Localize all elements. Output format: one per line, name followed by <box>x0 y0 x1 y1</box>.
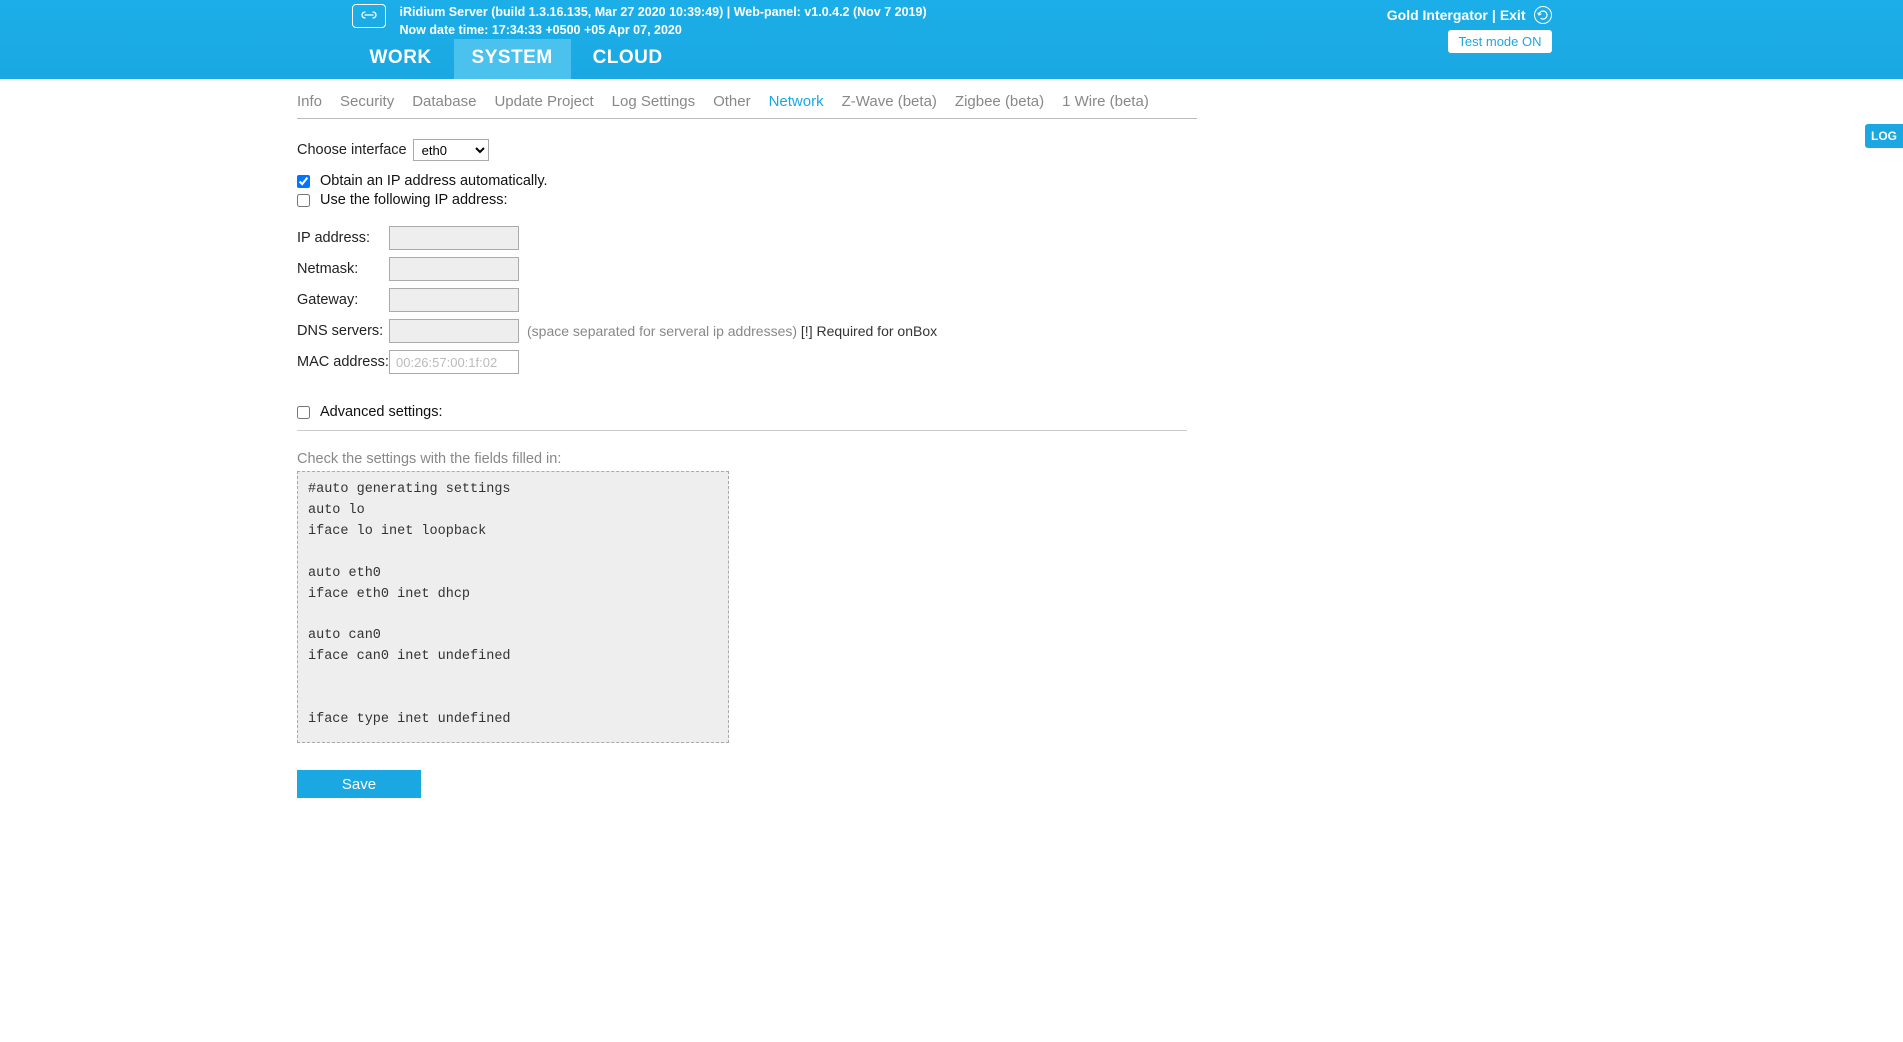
obtain-auto-checkbox[interactable] <box>297 175 310 188</box>
advanced-settings-label: Advanced settings: <box>320 404 443 420</box>
exit-link[interactable]: Exit <box>1500 7 1526 23</box>
subnav-zwave[interactable]: Z-Wave (beta) <box>842 93 937 110</box>
ip-input[interactable] <box>389 226 519 250</box>
interface-select[interactable]: eth0 <box>413 139 489 161</box>
save-button[interactable]: Save <box>297 770 421 798</box>
logo-box <box>352 4 386 28</box>
nav-cloud[interactable]: CLOUD <box>575 39 681 79</box>
gateway-label: Gateway: <box>297 292 389 308</box>
nav-work[interactable]: WORK <box>352 39 450 79</box>
subnav-network[interactable]: Network <box>769 93 824 110</box>
obtain-auto-label: Obtain an IP address automatically. <box>320 173 548 189</box>
pipe: | <box>1492 7 1496 23</box>
subnav-database[interactable]: Database <box>412 93 476 110</box>
use-following-label: Use the following IP address: <box>320 192 508 208</box>
header-right: Gold Intergator | Exit Test mode ON <box>1387 6 1552 53</box>
subnav-update-project[interactable]: Update Project <box>494 93 593 110</box>
subnav-info[interactable]: Info <box>297 93 322 110</box>
subnav-other[interactable]: Other <box>713 93 751 110</box>
sub-nav: Info Security Database Update Project Lo… <box>297 93 1197 119</box>
link-icon <box>361 9 377 24</box>
refresh-icon[interactable] <box>1534 6 1552 24</box>
mac-label: MAC address: <box>297 354 389 370</box>
subnav-1wire[interactable]: 1 Wire (beta) <box>1062 93 1149 110</box>
main-nav: WORK SYSTEM CLOUD <box>0 39 1903 79</box>
subnav-zigbee[interactable]: Zigbee (beta) <box>955 93 1044 110</box>
subnav-security[interactable]: Security <box>340 93 394 110</box>
netmask-input[interactable] <box>389 257 519 281</box>
header-text: iRidium Server (build 1.3.16.135, Mar 27… <box>400 4 927 39</box>
ip-label: IP address: <box>297 230 389 246</box>
check-settings-label: Check the settings with the fields fille… <box>297 451 1197 467</box>
divider <box>297 430 1187 431</box>
server-build-line: iRidium Server (build 1.3.16.135, Mar 27… <box>400 4 927 22</box>
log-tab[interactable]: LOG <box>1865 124 1903 148</box>
dns-hint: (space separated for serveral ip address… <box>527 323 937 339</box>
nav-system[interactable]: SYSTEM <box>454 39 571 79</box>
choose-interface-label: Choose interface <box>297 142 407 158</box>
subnav-log-settings[interactable]: Log Settings <box>612 93 695 110</box>
advanced-settings-checkbox[interactable] <box>297 406 310 419</box>
mac-input[interactable] <box>389 350 519 374</box>
dns-input[interactable] <box>389 319 519 343</box>
integrator-label: Gold Intergator <box>1387 7 1488 23</box>
now-date-line: Now date time: 17:34:33 +0500 +05 Apr 07… <box>400 22 927 40</box>
header: iRidium Server (build 1.3.16.135, Mar 27… <box>0 0 1903 79</box>
use-following-checkbox[interactable] <box>297 194 310 207</box>
test-mode-button[interactable]: Test mode ON <box>1448 30 1551 53</box>
content: Choose interface eth0 Obtain an IP addre… <box>297 119 1197 798</box>
netmask-label: Netmask: <box>297 261 389 277</box>
config-textarea[interactable] <box>297 471 729 743</box>
dns-label: DNS servers: <box>297 323 389 339</box>
gateway-input[interactable] <box>389 288 519 312</box>
